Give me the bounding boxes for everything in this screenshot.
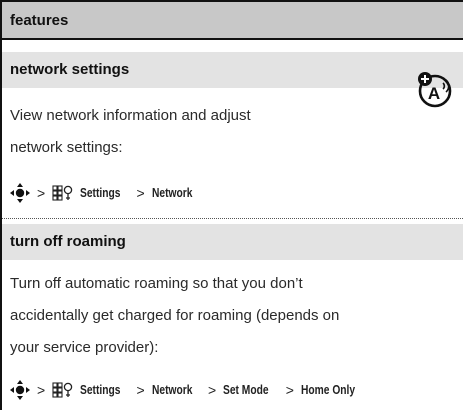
path-step-set-mode: Set Mode (223, 383, 269, 397)
features-table: features network settings A View network… (0, 0, 463, 410)
nav-key-icon (10, 183, 30, 203)
menu-path: > Settings > Network > Set Mode > Home O… (10, 379, 367, 401)
path-step-settings: Settings (80, 186, 121, 200)
path-separator: > (37, 382, 46, 398)
section-body: Turn off automatic roaming so that you d… (10, 268, 339, 364)
nav-key-icon (10, 380, 30, 400)
path-step-settings: Settings (80, 383, 121, 397)
section-body: View network information and adjust netw… (10, 100, 251, 164)
body-line: View network information and adjust (10, 107, 251, 124)
path-step-network: Network (151, 383, 193, 397)
path-separator: > (37, 185, 46, 201)
body-line: your service provider): (10, 339, 159, 356)
path-separator: > (136, 185, 145, 201)
body-line: network settings: (10, 139, 123, 156)
settings-menu-icon (52, 185, 73, 201)
section-heading-turn-off-roaming: turn off roaming (2, 224, 463, 260)
network-dependent-feature-icon: A (418, 72, 452, 108)
menu-path: > Settings > Network (10, 182, 201, 204)
section-divider (2, 218, 463, 219)
body-line: accidentally get charged for roaming (de… (10, 307, 340, 324)
section-title: network settings (10, 61, 130, 78)
body-line: Turn off automatic roaming so that you d… (10, 275, 303, 292)
settings-menu-icon (52, 382, 73, 398)
path-separator: > (208, 382, 217, 398)
network-badge-letter: A (428, 84, 440, 103)
section-title: turn off roaming (10, 233, 126, 250)
header-title: features (10, 12, 69, 29)
path-separator: > (285, 382, 294, 398)
path-separator: > (136, 382, 145, 398)
table-header: features (2, 0, 463, 40)
path-step-home-only: Home Only (300, 383, 356, 397)
section-heading-network-settings: network settings (2, 52, 463, 88)
path-step-network: Network (151, 186, 193, 200)
